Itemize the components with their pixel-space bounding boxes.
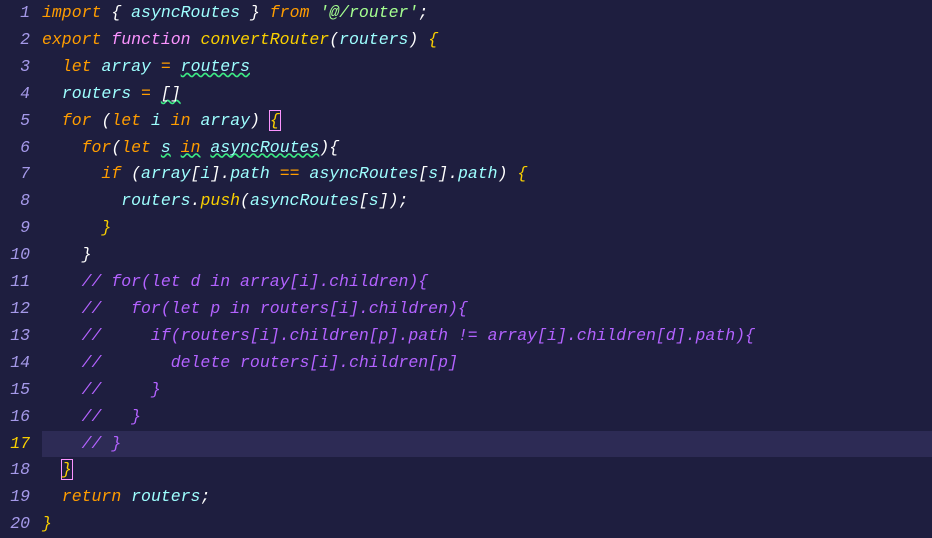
code-line[interactable]: // for(let d in array[i].children){	[42, 269, 932, 296]
line-number: 15	[0, 377, 30, 404]
code-line-active[interactable]: // }	[42, 431, 932, 458]
line-number: 11	[0, 269, 30, 296]
code-line[interactable]: // for(let p in routers[i].children){	[42, 296, 932, 323]
line-number: 4	[0, 81, 30, 108]
code-line[interactable]: }	[42, 215, 932, 242]
code-line[interactable]: // delete routers[i].children[p]	[42, 350, 932, 377]
code-area[interactable]: import { asyncRoutes } from '@/router'; …	[42, 0, 932, 538]
line-number: 14	[0, 350, 30, 377]
line-number: 6	[0, 135, 30, 162]
line-number: 1	[0, 0, 30, 27]
line-number: 5	[0, 108, 30, 135]
line-number: 10	[0, 242, 30, 269]
line-number: 12	[0, 296, 30, 323]
code-line[interactable]: // }	[42, 404, 932, 431]
line-number: 16	[0, 404, 30, 431]
line-number: 7	[0, 161, 30, 188]
code-line[interactable]: routers.push(asyncRoutes[s]);	[42, 188, 932, 215]
code-line[interactable]: for(let s in asyncRoutes){	[42, 135, 932, 162]
line-number: 3	[0, 54, 30, 81]
code-line[interactable]: }	[42, 511, 932, 538]
code-line[interactable]: return routers;	[42, 484, 932, 511]
line-number: 8	[0, 188, 30, 215]
code-line[interactable]: }	[42, 242, 932, 269]
code-line[interactable]: let array = routers	[42, 54, 932, 81]
code-line[interactable]: // }	[42, 377, 932, 404]
code-editor[interactable]: 1 2 3 4 5 6 7 8 9 10 11 12 13 14 15 16 1…	[0, 0, 932, 538]
line-number: 2	[0, 27, 30, 54]
code-line[interactable]: if (array[i].path == asyncRoutes[s].path…	[42, 161, 932, 188]
line-number: 9	[0, 215, 30, 242]
code-line[interactable]: for (let i in array) {	[42, 108, 932, 135]
code-line[interactable]: // if(routers[i].children[p].path != arr…	[42, 323, 932, 350]
line-number-gutter: 1 2 3 4 5 6 7 8 9 10 11 12 13 14 15 16 1…	[0, 0, 42, 538]
line-number: 18	[0, 457, 30, 484]
line-number: 19	[0, 484, 30, 511]
line-number: 20	[0, 511, 30, 538]
line-number: 13	[0, 323, 30, 350]
line-number-active: 17	[0, 431, 30, 458]
code-line[interactable]: import { asyncRoutes } from '@/router';	[42, 0, 932, 27]
code-line[interactable]: export function convertRouter(routers) {	[42, 27, 932, 54]
code-line[interactable]: routers = []	[42, 81, 932, 108]
code-line[interactable]: }	[42, 457, 932, 484]
